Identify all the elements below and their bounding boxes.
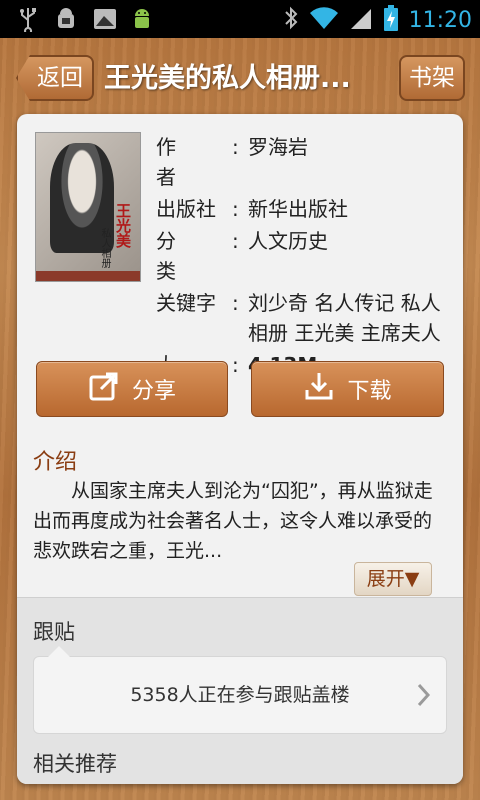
follow-summary: 5358人正在参与跟贴盖楼 (130, 684, 350, 706)
info-label: 作者 (156, 135, 200, 189)
image-icon (92, 6, 116, 32)
info-value: 人文历史 (248, 229, 328, 253)
share-label: 分享 (131, 379, 176, 404)
back-button[interactable]: 返回 (16, 55, 94, 101)
info-label: 关键字 (156, 291, 216, 315)
cover-subtitle: 私人相册 (99, 228, 110, 268)
cover-title: 王光美 (114, 203, 132, 248)
info-value: 刘少奇 名人传记 私人相册 王光美 主席夫人 (248, 291, 441, 345)
book-cover: 王光美 私人相册 (35, 132, 141, 282)
share-icon (88, 370, 120, 408)
info-row-keywords: 关键字 : 刘少奇 名人传记 私人相册 王光美 主席夫人 (156, 288, 456, 348)
share-button[interactable]: 分享 (36, 361, 228, 417)
page-title: 王光美的私人相册... (104, 63, 351, 94)
download-label: 下载 (347, 379, 392, 404)
download-button[interactable]: 下载 (251, 361, 444, 417)
wifi-icon (309, 5, 339, 35)
status-bar: 11:20 (0, 0, 480, 38)
info-row-category: 分类 : 人文历史 (156, 226, 456, 286)
info-row-publisher: 出版社 : 新华出版社 (156, 194, 456, 224)
battery-icon (383, 4, 399, 36)
info-value: 新华出版社 (248, 197, 348, 221)
bookshelf-button[interactable]: 书架 (399, 55, 465, 101)
info-label: 出版社 (156, 197, 216, 221)
intro-text: 从国家主席夫人到沦为“囚犯”，再从监狱走出而再度成为社会著名人士，这令人难以承受… (33, 480, 433, 562)
chevron-right-icon (416, 681, 432, 713)
follow-summary-box[interactable]: 5358人正在参与跟贴盖楼 (33, 646, 447, 734)
notification-icons (16, 6, 154, 35)
follow-section: 跟贴 5358人正在参与跟贴盖楼 相关推荐 (17, 597, 463, 784)
follow-heading: 跟贴 (33, 620, 75, 644)
bluetooth-icon (283, 5, 299, 35)
system-icons: 11:20 (283, 4, 472, 36)
info-value: 罗海岩 (248, 135, 308, 159)
cover-strip (36, 271, 140, 281)
download-icon (303, 370, 335, 408)
related-heading: 相关推荐 (33, 752, 117, 776)
usb-icon (16, 6, 40, 35)
clock: 11:20 (408, 7, 472, 33)
android-debug-icon (54, 6, 78, 32)
book-detail-card: 王光美 私人相册 作者 : 罗海岩 出版社 : 新华出版社 分类 : 人文历史 … (17, 114, 463, 784)
signal-icon (349, 5, 373, 35)
info-row-author: 作者 : 罗海岩 (156, 132, 456, 192)
intro-heading: 介绍 (33, 450, 78, 475)
android-icon (130, 6, 154, 32)
expand-button[interactable]: 展开▼ (354, 562, 432, 596)
info-label: 分类 (156, 229, 200, 283)
